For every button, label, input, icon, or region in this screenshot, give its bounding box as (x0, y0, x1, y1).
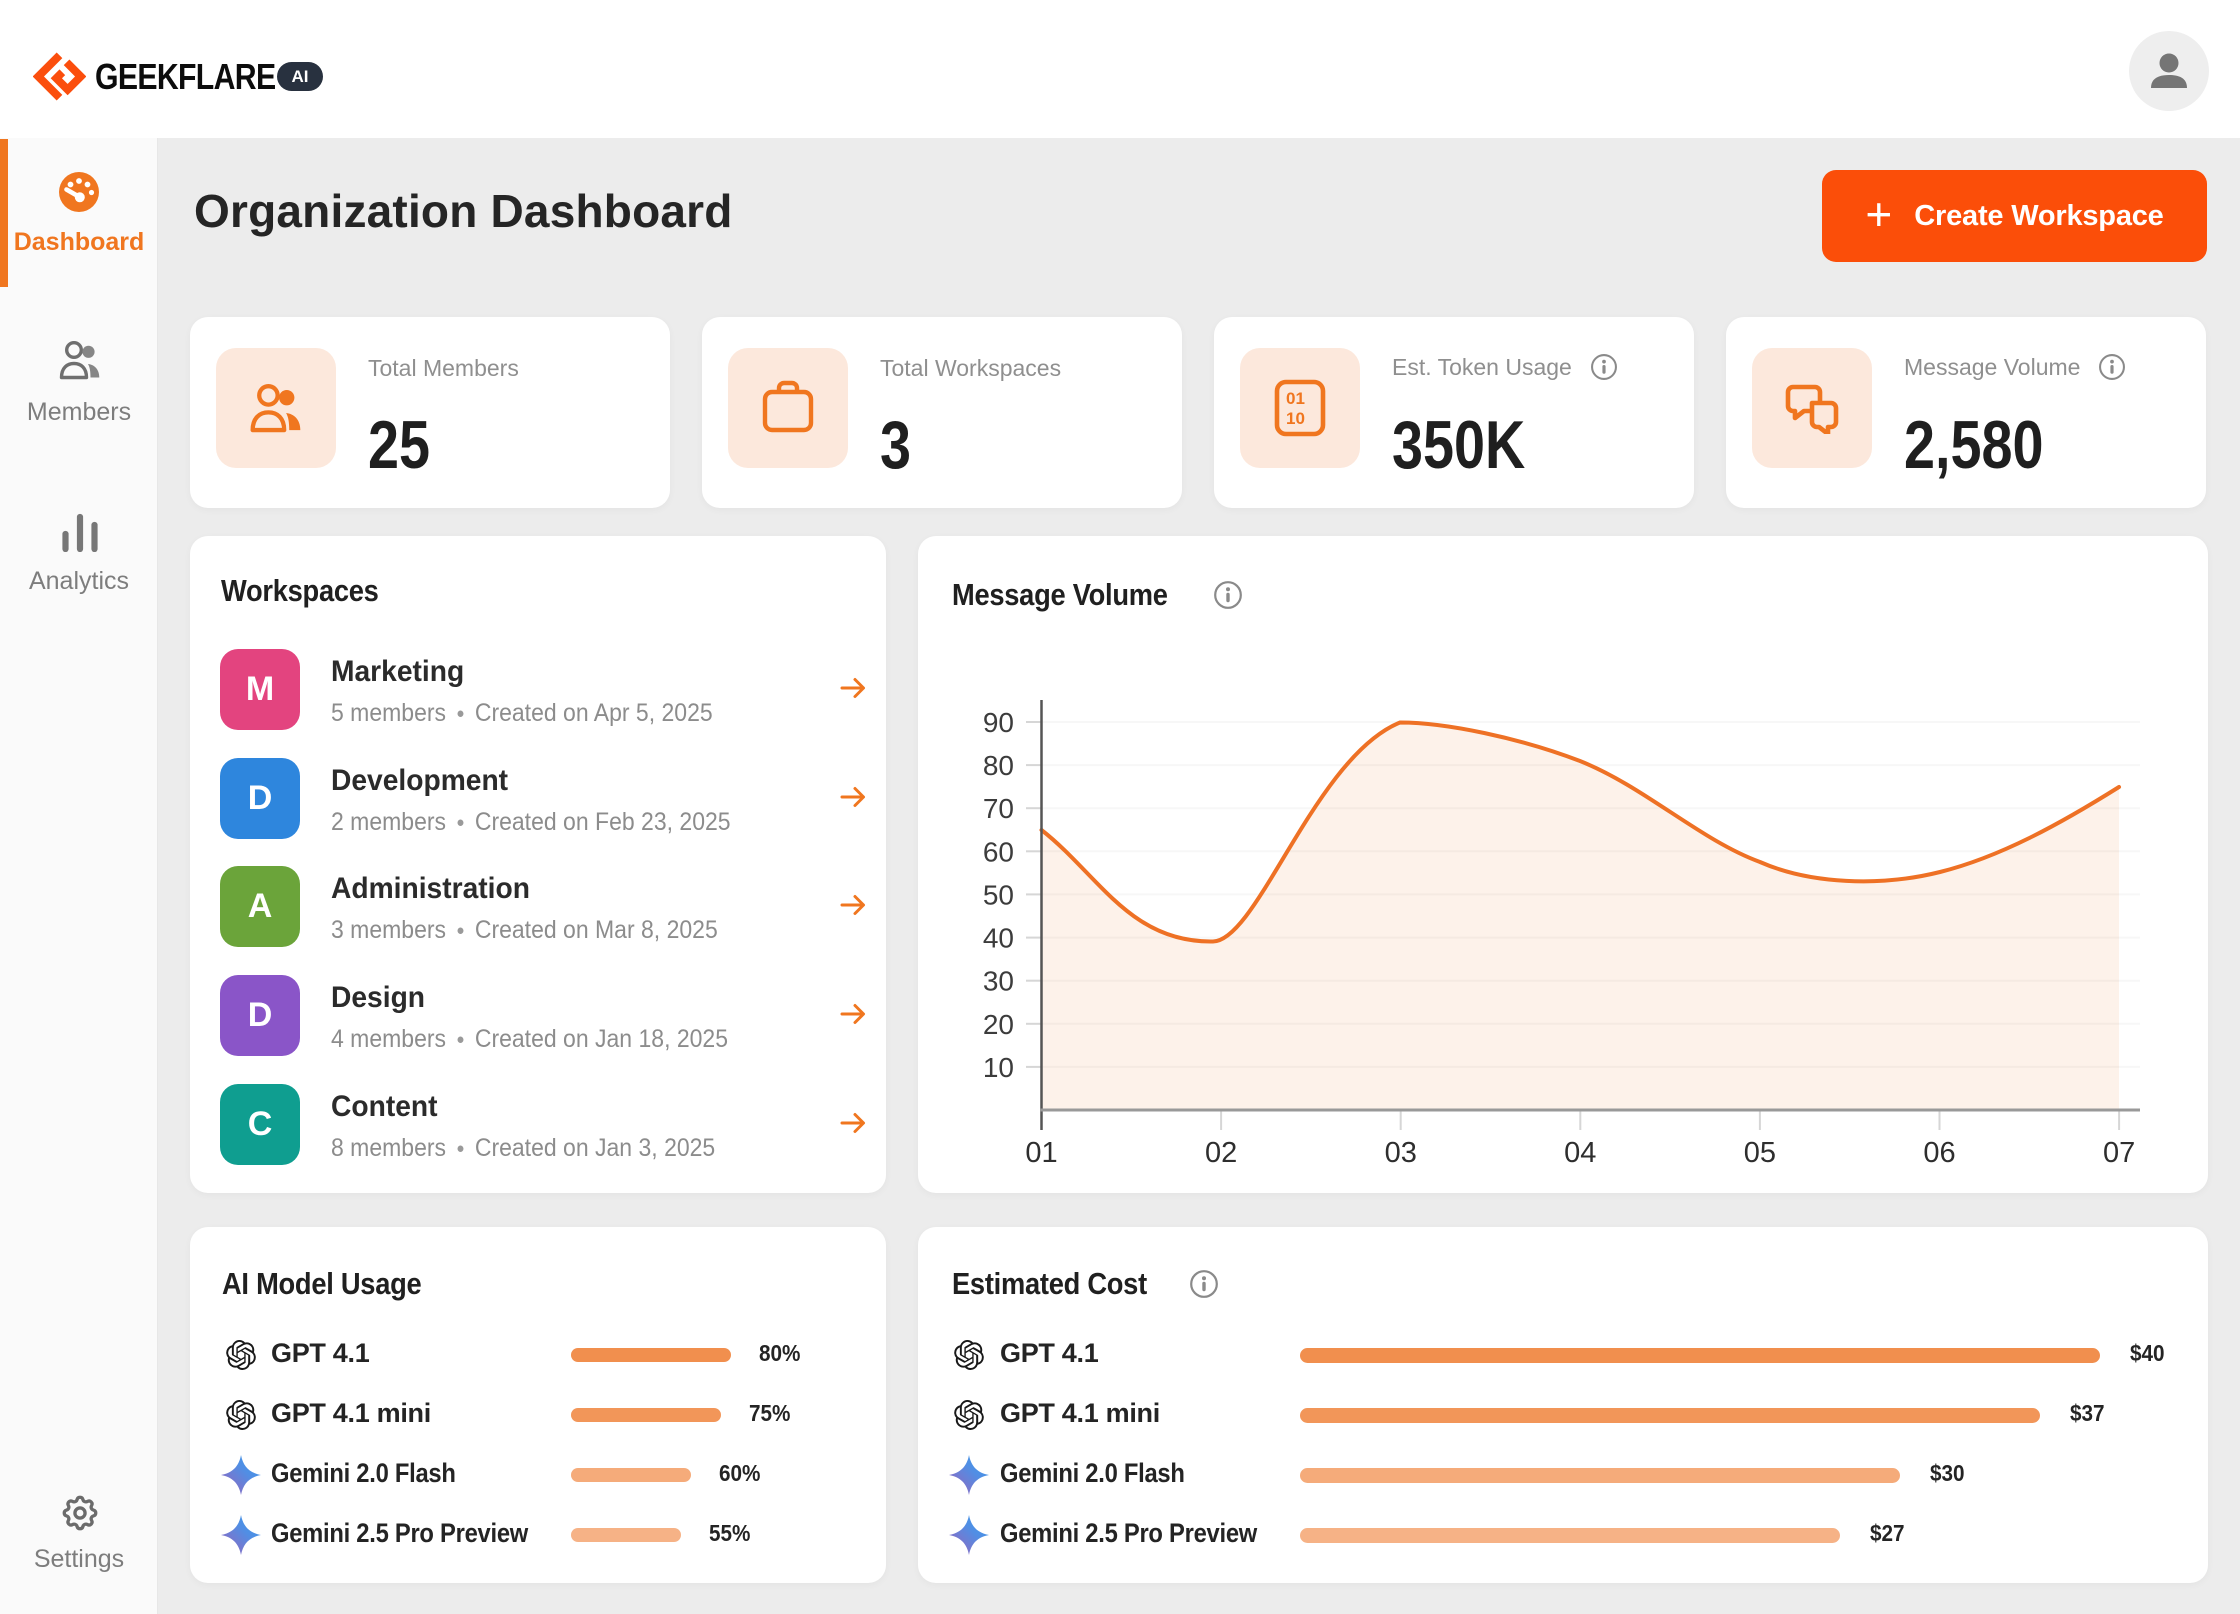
svg-text:10: 10 (1286, 409, 1305, 428)
svg-text:50: 50 (983, 879, 1014, 910)
svg-text:20: 20 (983, 1009, 1014, 1040)
svg-text:90: 90 (983, 707, 1014, 738)
svg-text:01: 01 (1025, 1137, 1057, 1169)
svg-text:07: 07 (2103, 1137, 2135, 1169)
svg-text:02: 02 (1205, 1137, 1237, 1169)
svg-text:04: 04 (1564, 1137, 1596, 1169)
svg-text:70: 70 (983, 793, 1014, 824)
svg-text:01: 01 (1286, 389, 1305, 408)
svg-text:10: 10 (983, 1052, 1014, 1083)
svg-text:05: 05 (1744, 1137, 1776, 1169)
svg-text:03: 03 (1385, 1137, 1417, 1169)
svg-text:30: 30 (983, 966, 1014, 997)
svg-text:80: 80 (983, 750, 1014, 781)
svg-text:06: 06 (1923, 1137, 1955, 1169)
svg-text:60: 60 (983, 836, 1014, 867)
svg-text:40: 40 (983, 923, 1014, 954)
